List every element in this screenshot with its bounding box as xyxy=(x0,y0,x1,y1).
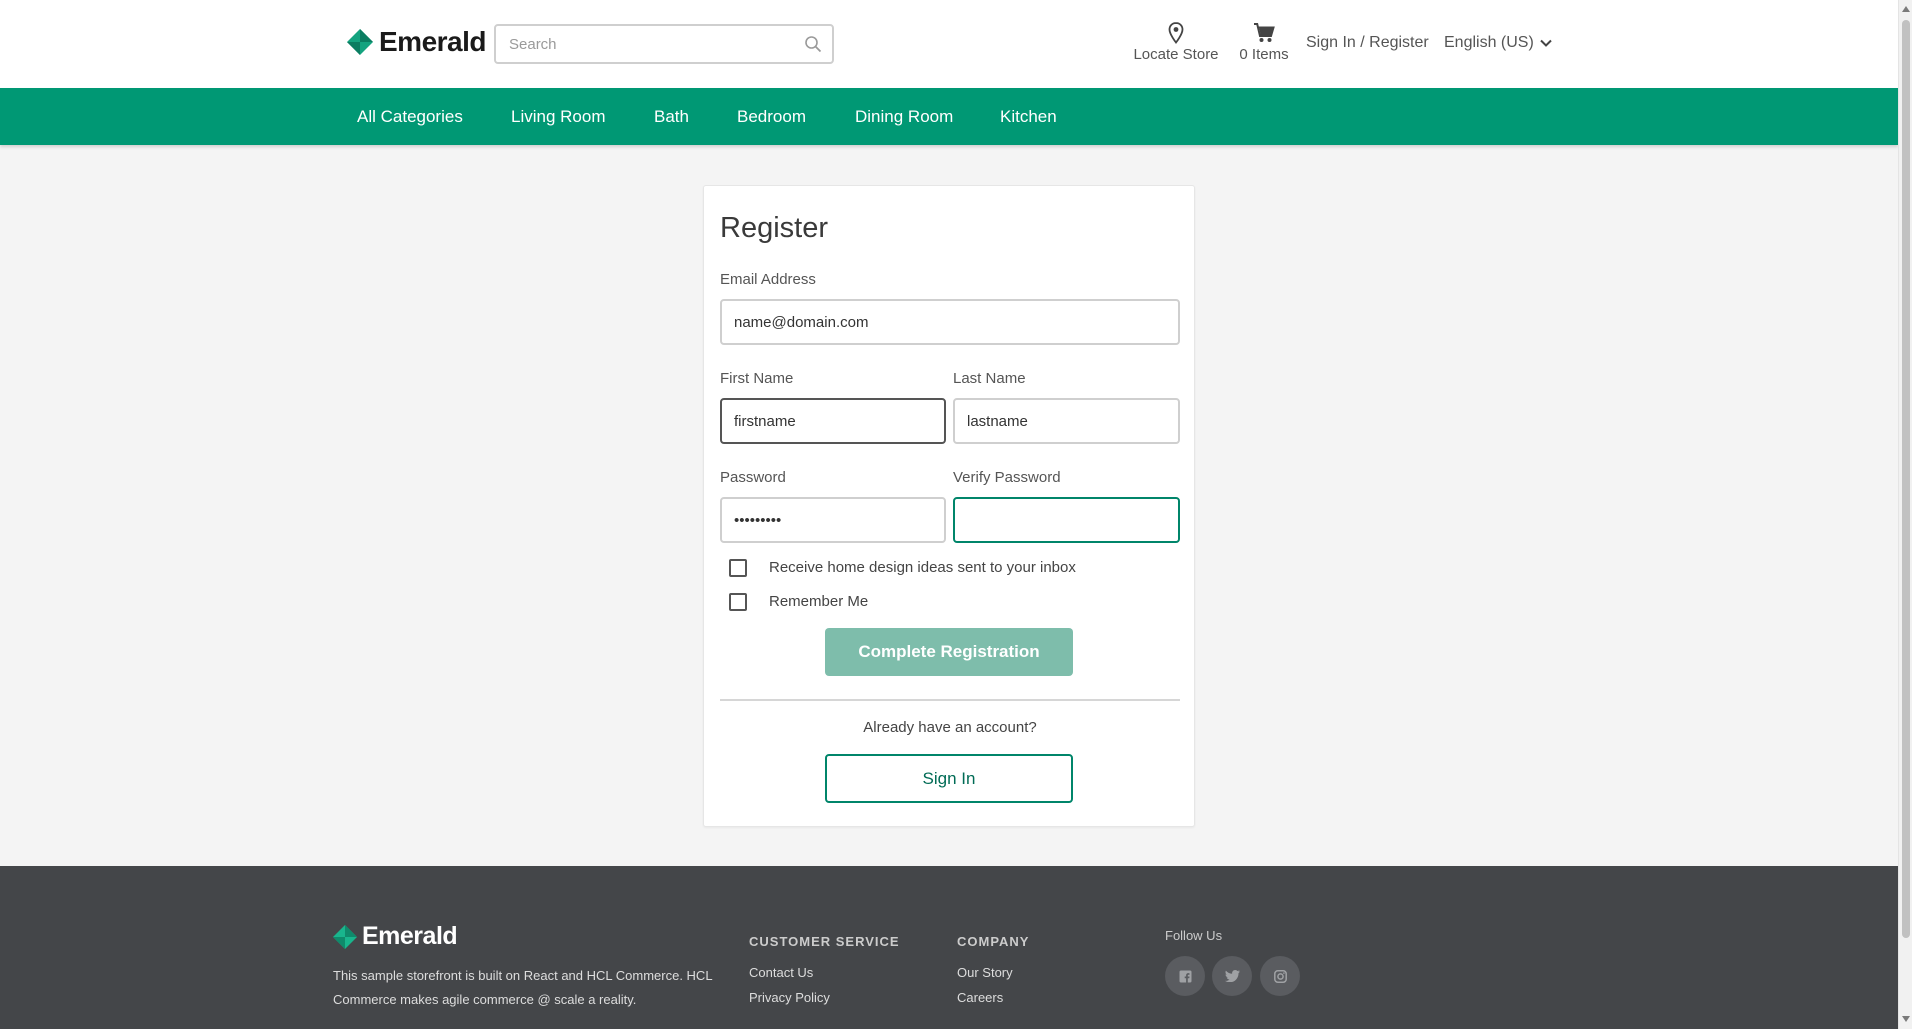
emerald-diamond-icon xyxy=(347,29,373,55)
password-field[interactable] xyxy=(722,499,944,541)
nav-item-bedroom[interactable]: Bedroom xyxy=(737,107,806,127)
facebook-button[interactable] xyxy=(1165,956,1205,996)
footer-brand-logo[interactable]: Emerald xyxy=(333,922,458,951)
location-pin-icon xyxy=(1168,22,1184,44)
cart-button[interactable]: 0 Items xyxy=(1234,20,1294,63)
scroll-up-arrow-icon[interactable] xyxy=(1901,4,1911,14)
brand-name: Emerald xyxy=(379,26,487,57)
footer-description: This sample storefront is built on React… xyxy=(333,968,713,1007)
contact-us-link[interactable]: Contact Us xyxy=(749,965,813,980)
first-name-field-wrap xyxy=(720,398,946,444)
customer-service-heading: CUSTOMER SERVICE xyxy=(749,934,900,949)
our-story-link[interactable]: Our Story xyxy=(957,965,1013,980)
follow-us-label: Follow Us xyxy=(1165,928,1223,943)
facebook-icon xyxy=(1179,970,1191,983)
verify-password-field-wrap xyxy=(953,497,1180,543)
newsletter-checkbox[interactable] xyxy=(729,559,747,577)
site-footer: Emerald This sample storefront is built … xyxy=(0,866,1898,1029)
remember-me-option[interactable]: Remember Me xyxy=(729,593,868,611)
search-box xyxy=(494,24,834,64)
locate-store-label: Locate Store xyxy=(1133,46,1219,63)
email-label: Email Address xyxy=(720,271,816,288)
password-field-wrap xyxy=(720,497,946,543)
sign-in-register-link[interactable]: Sign In / Register xyxy=(1306,34,1429,52)
email-field-wrap xyxy=(720,299,1180,345)
last-name-field[interactable] xyxy=(955,400,1178,442)
first-name-label: First Name xyxy=(720,370,794,387)
sign-in-button[interactable]: Sign In xyxy=(825,754,1073,803)
last-name-field-wrap xyxy=(953,398,1180,444)
site-header: Emerald Locate Store 0 Items Sign xyxy=(0,0,1898,88)
divider xyxy=(720,699,1180,701)
remember-me-checkbox[interactable] xyxy=(729,593,747,611)
email-field[interactable] xyxy=(722,301,1178,343)
footer-brand-name: Emerald xyxy=(362,922,458,950)
remember-me-label: Remember Me xyxy=(769,593,869,610)
newsletter-option[interactable]: Receive home design ideas sent to your i… xyxy=(729,559,1076,577)
password-label: Password xyxy=(720,469,786,486)
nav-item-kitchen[interactable]: Kitchen xyxy=(1000,107,1057,127)
verify-password-field[interactable] xyxy=(955,499,1178,541)
brand-logo[interactable]: Emerald xyxy=(347,26,487,58)
language-label: English (US) xyxy=(1444,34,1534,51)
last-name-label: Last Name xyxy=(953,370,1026,387)
page-scrollbar[interactable] xyxy=(1898,0,1912,1029)
privacy-policy-link[interactable]: Privacy Policy xyxy=(749,990,830,1005)
emerald-diamond-icon xyxy=(333,924,357,949)
company-heading: COMPANY xyxy=(957,934,1030,949)
cart-items-label: 0 Items xyxy=(1239,46,1289,63)
shopping-cart-icon xyxy=(1254,23,1275,42)
first-name-field[interactable] xyxy=(722,400,944,442)
chevron-down-icon xyxy=(1540,39,1552,47)
register-card: Register Email Address First Name Last N… xyxy=(703,185,1195,827)
language-selector[interactable]: English (US) xyxy=(1444,34,1552,52)
category-nav: All Categories Living Room Bath Bedroom … xyxy=(0,88,1898,145)
search-input[interactable] xyxy=(496,26,786,62)
twitter-icon xyxy=(1224,970,1240,982)
locate-store-button[interactable]: Locate Store xyxy=(1128,20,1224,63)
instagram-button[interactable] xyxy=(1260,956,1300,996)
verify-password-label: Verify Password xyxy=(953,469,1061,486)
nav-item-bath[interactable]: Bath xyxy=(654,107,689,127)
instagram-icon xyxy=(1273,969,1287,983)
newsletter-label: Receive home design ideas sent to your i… xyxy=(769,559,1076,576)
complete-registration-button[interactable]: Complete Registration xyxy=(825,628,1073,676)
nav-item-living-room[interactable]: Living Room xyxy=(511,107,606,127)
already-have-account-text: Already have an account? xyxy=(863,719,1037,736)
careers-link[interactable]: Careers xyxy=(957,990,1003,1005)
scroll-down-arrow-icon[interactable] xyxy=(1901,1014,1911,1024)
nav-item-all-categories[interactable]: All Categories xyxy=(357,107,463,127)
page-title: Register xyxy=(720,212,828,244)
search-icon[interactable] xyxy=(804,35,822,53)
twitter-button[interactable] xyxy=(1212,956,1252,996)
nav-item-dining-room[interactable]: Dining Room xyxy=(855,107,953,127)
scrollbar-thumb[interactable] xyxy=(1902,20,1910,938)
